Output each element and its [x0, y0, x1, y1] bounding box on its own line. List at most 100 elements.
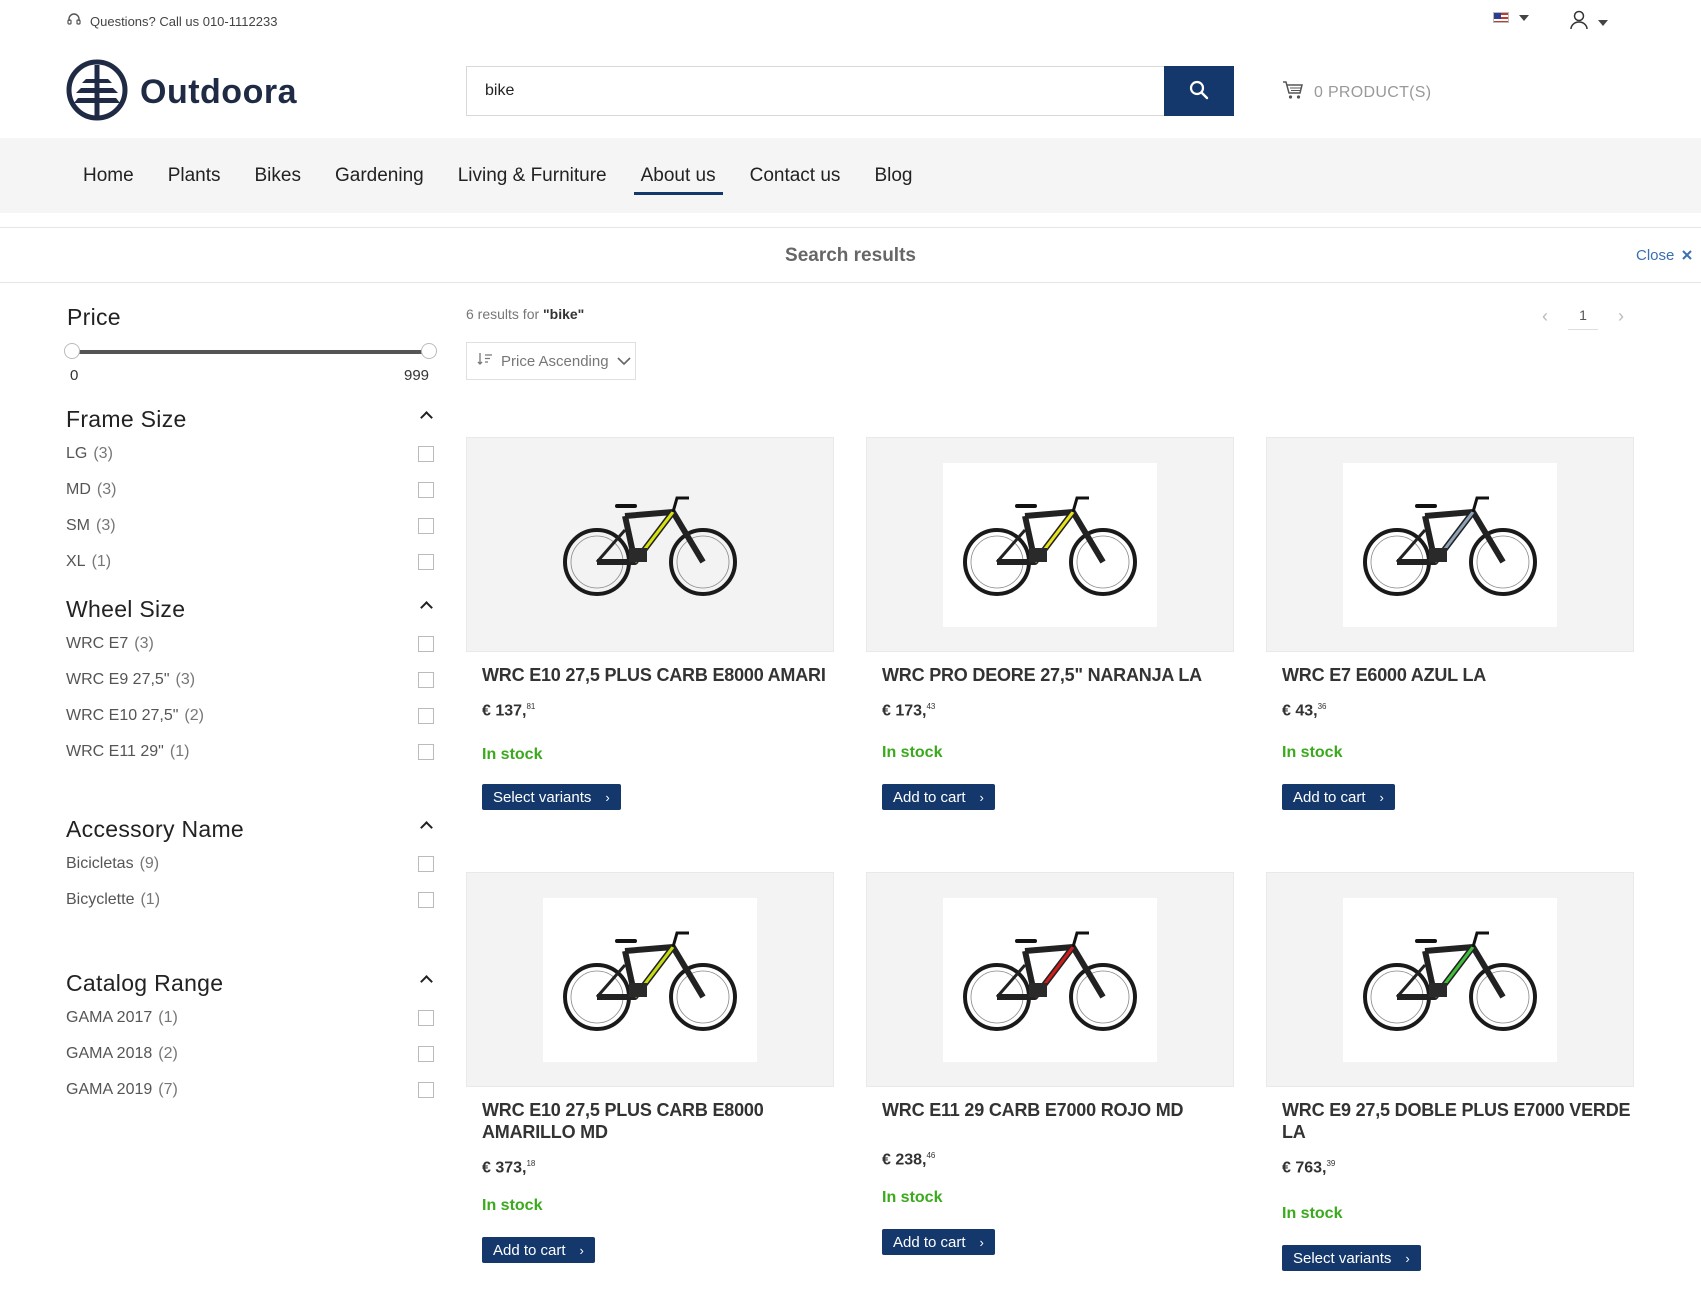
chevron-up-icon[interactable] [420, 821, 433, 834]
product-image[interactable] [866, 437, 1234, 652]
product-name[interactable]: WRC PRO DEORE 27,5" NARANJA LA [866, 664, 1234, 686]
add-to-cart-button[interactable]: Add to cart › [882, 1229, 995, 1256]
filter-option[interactable]: WRC E9 27,5" (3) [66, 662, 436, 698]
nav-item-blog[interactable]: Blog [857, 138, 929, 213]
filter-checkbox[interactable] [418, 518, 434, 534]
price-cents: 46 [926, 1151, 936, 1160]
add-to-cart-button[interactable]: Add to cart › [1282, 784, 1395, 811]
product-card[interactable]: WRC PRO DEORE 27,5" NARANJA LA € 173,43 In… [866, 437, 1234, 811]
select-variants-button[interactable]: Select variants › [482, 784, 621, 811]
filter-option[interactable]: MD (3) [66, 472, 436, 508]
filter-option-count: (3) [96, 481, 117, 498]
filter-option-count: (1) [91, 553, 112, 570]
price-max-handle[interactable] [421, 343, 437, 359]
product-name[interactable]: WRC E11 29 CARB E7000 ROJO MD [866, 1099, 1234, 1121]
filter-option[interactable]: GAMA 2019 (7) [66, 1072, 436, 1108]
nav-item-contact-us[interactable]: Contact us [733, 138, 858, 213]
stock-status: In stock [482, 1197, 543, 1215]
nav-item-bikes[interactable]: Bikes [238, 138, 318, 213]
logo[interactable]: Outdoora [66, 59, 297, 126]
filter-checkbox[interactable] [418, 856, 434, 872]
filter-option-count: (2) [184, 707, 204, 724]
product-name[interactable]: WRC E10 27,5 PLUS CARB E8000 AMARI [466, 664, 834, 686]
filter-option[interactable]: WRC E10 27,5" (2) [66, 698, 436, 734]
filter-checkbox[interactable] [418, 892, 434, 908]
filter-checkbox[interactable] [418, 1082, 434, 1098]
price-main: € 173, [882, 702, 927, 720]
add-to-cart-button[interactable]: Add to cart › [882, 784, 995, 811]
product-image[interactable] [866, 872, 1234, 1087]
filter-checkbox[interactable] [418, 446, 434, 462]
product-card[interactable]: WRC E10 27,5 PLUS CARB E8000 AMARI € 137,… [466, 437, 834, 811]
filter-option[interactable]: Bicicletas (9) [66, 846, 436, 882]
filter-option-count: (1) [140, 891, 161, 908]
nav-item-home[interactable]: Home [66, 138, 151, 213]
product-name[interactable]: WRC E10 27,5 PLUS CARB E8000 AMARILLO MD [466, 1099, 834, 1143]
next-page-icon[interactable]: › [1618, 306, 1624, 327]
bike-image-icon [943, 462, 1157, 627]
nav-item-gardening[interactable]: Gardening [318, 138, 441, 213]
product-image[interactable] [1266, 872, 1634, 1087]
product-card[interactable]: WRC E10 27,5 PLUS CARB E8000 AMARILLO MD… [466, 872, 834, 1264]
page-number[interactable]: 1 [1568, 302, 1598, 330]
filter-option-label: XL [66, 553, 86, 570]
product-image[interactable] [466, 872, 834, 1087]
filter-group-header[interactable]: Accessory Name [66, 816, 436, 846]
product-price: € 373,18 [466, 1159, 834, 1177]
filter-checkbox[interactable] [418, 636, 434, 652]
nav-item-living-furniture[interactable]: Living & Furniture [441, 138, 624, 213]
filter-option[interactable]: WRC E11 29" (1) [66, 734, 436, 770]
filter-checkbox[interactable] [418, 744, 434, 760]
price-min-handle[interactable] [64, 343, 80, 359]
filter-option-label: WRC E7 [66, 635, 129, 652]
chevron-up-icon[interactable] [420, 601, 433, 614]
chevron-down-icon [617, 353, 631, 370]
select-variants-button[interactable]: Select variants › [1282, 1245, 1421, 1272]
filter-option[interactable]: XL (1) [66, 544, 436, 580]
close-button[interactable]: Close [1636, 247, 1693, 264]
nav-item-plants[interactable]: Plants [151, 138, 238, 213]
filter-checkbox[interactable] [418, 1010, 434, 1026]
nav-item-about-us[interactable]: About us [624, 138, 733, 213]
filter-option[interactable]: GAMA 2018 (2) [66, 1036, 436, 1072]
product-card[interactable]: WRC E7 E6000 AZUL LA € 43,36 In stock Add t… [1266, 437, 1634, 811]
price-cents: 36 [1317, 702, 1327, 711]
filter-checkbox[interactable] [418, 482, 434, 498]
price-slider[interactable] [64, 343, 437, 359]
filter-option-count: (1) [169, 743, 190, 760]
product-card[interactable]: WRC E11 29 CARB E7000 ROJO MD € 238,46 In … [866, 872, 1234, 1256]
filter-group-header[interactable]: Catalog Range [66, 970, 436, 1000]
search-button[interactable] [1164, 66, 1234, 116]
filter-checkbox[interactable] [418, 1046, 434, 1062]
product-name[interactable]: WRC E7 E6000 AZUL LA [1266, 664, 1634, 686]
filter-option-count: (3) [93, 445, 113, 462]
filter-checkbox[interactable] [418, 554, 434, 570]
filter-option[interactable]: LG (3) [66, 436, 436, 472]
filter-group-header[interactable]: Wheel Size [66, 596, 436, 626]
account-menu[interactable] [1570, 10, 1608, 35]
search-input[interactable] [466, 66, 1164, 116]
product-card[interactable]: WRC E9 27,5 DOBLE PLUS E7000 VERDE LA € 7… [1266, 872, 1634, 1272]
prev-page-icon[interactable]: ‹ [1542, 306, 1548, 327]
product-name[interactable]: WRC E9 27,5 DOBLE PLUS E7000 VERDE LA [1266, 1099, 1634, 1143]
sort-dropdown[interactable]: Price Ascending [466, 342, 636, 380]
language-selector[interactable] [1493, 12, 1529, 23]
search-bar [466, 66, 1234, 116]
add-to-cart-button[interactable]: Add to cart › [482, 1237, 595, 1264]
filter-option[interactable]: SM (3) [66, 508, 436, 544]
chevron-up-icon[interactable] [420, 975, 433, 988]
filter-checkbox[interactable] [418, 708, 434, 724]
bike-image-icon [543, 463, 757, 627]
filter-checkbox[interactable] [418, 672, 434, 688]
chevron-up-icon[interactable] [420, 411, 433, 424]
filter-group-title: Frame Size [66, 406, 187, 432]
cart-link[interactable]: 0 PRODUCT(S) [1282, 80, 1431, 105]
bike-image-icon [1343, 462, 1557, 627]
filter-option[interactable]: Bicyclette (1) [66, 882, 436, 918]
filter-option[interactable]: WRC E7 (3) [66, 626, 436, 662]
filter-option[interactable]: GAMA 2017 (1) [66, 1000, 436, 1036]
product-image[interactable] [1266, 437, 1634, 652]
product-image[interactable] [466, 437, 834, 652]
chevron-right-icon: › [605, 789, 610, 805]
filter-group-header[interactable]: Frame Size [66, 406, 436, 436]
